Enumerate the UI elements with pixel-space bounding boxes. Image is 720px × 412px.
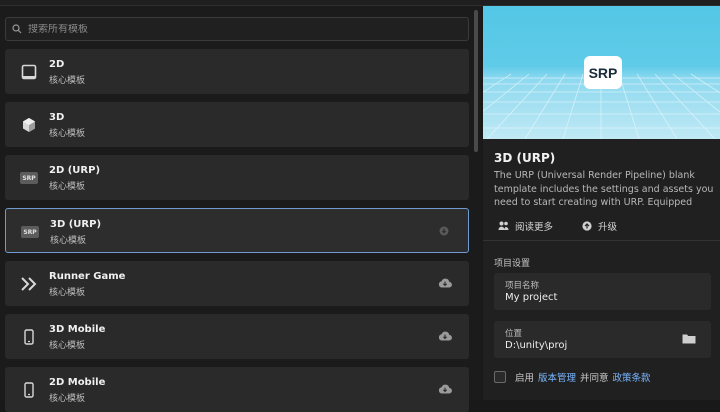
read-more-label: 阅读更多 — [515, 222, 554, 233]
detail-title: 3D (URP) — [494, 151, 556, 165]
divider — [483, 240, 720, 241]
template-card-runner-game[interactable]: Runner Game 核心模板 — [5, 261, 469, 306]
template-subtitle: 核心模板 — [49, 76, 86, 86]
template-card-3d-urp[interactable]: SRP 3D (URP) 核心模板 — [5, 208, 469, 253]
agreement-row: 启用 版本管理 并同意 政策条款 — [494, 370, 651, 384]
agreement-checkbox[interactable] — [494, 371, 506, 383]
template-card-2d-urp[interactable]: SRP 2D (URP) 核心模板 — [5, 155, 469, 200]
srp-badge: SRP — [20, 172, 38, 184]
agreement-prefix: 启用 — [515, 373, 535, 384]
template-subtitle: 核心模板 — [49, 182, 86, 192]
srp-icon: SRP — [20, 222, 40, 242]
template-title: 2D (URP) — [49, 165, 101, 176]
srp-badge: SRP — [21, 226, 39, 238]
srp-logo: SRP — [584, 56, 622, 89]
project-name-field[interactable]: 项目名称 — [494, 273, 711, 310]
project-name-input[interactable] — [505, 292, 655, 303]
project-settings-heading: 项目设置 — [494, 259, 531, 269]
people-icon — [498, 221, 509, 230]
template-title: 2D — [49, 59, 65, 70]
phone-icon — [19, 380, 39, 400]
search-input[interactable] — [28, 23, 428, 35]
read-more-button[interactable]: 阅读更多 — [498, 219, 553, 233]
agreement-middle: 并同意 — [580, 373, 609, 384]
cloud-download-icon[interactable] — [437, 276, 453, 290]
srp-icon: SRP — [19, 168, 39, 188]
version-control-link[interactable]: 版本管理 — [538, 370, 576, 384]
template-subtitle: 核心模板 — [50, 236, 87, 246]
scrollbar-thumb[interactable] — [474, 10, 478, 152]
upgrade-button[interactable]: 升级 — [582, 219, 617, 233]
location-label: 位置 — [505, 329, 523, 339]
template-card-3d[interactable]: 3D 核心模板 — [5, 102, 469, 147]
template-panel: 2D 核心模板 3D 核心模板 SRP 2D (URP) 核心模板 SRP 3D… — [0, 6, 481, 412]
square-icon — [19, 62, 39, 82]
template-title: 3D — [49, 112, 65, 123]
cloud-download-icon[interactable] — [437, 329, 453, 343]
location-field[interactable]: 位置 — [494, 321, 711, 358]
template-subtitle: 核心模板 — [49, 341, 86, 351]
template-subtitle: 核心模板 — [49, 394, 86, 404]
policy-terms-link[interactable]: 政策条款 — [613, 370, 651, 384]
search-box[interactable] — [5, 17, 469, 41]
template-card-2d[interactable]: 2D 核心模板 — [5, 49, 469, 94]
upgrade-label: 升级 — [598, 222, 618, 233]
template-preview-image: SRP — [483, 6, 720, 139]
cloud-download-icon[interactable] — [437, 382, 453, 396]
download-icon[interactable] — [436, 224, 452, 238]
template-title: 3D Mobile — [49, 324, 106, 335]
chevrons-right-icon — [19, 274, 39, 294]
folder-icon[interactable] — [682, 333, 696, 344]
template-card-2d-mobile[interactable]: 2D Mobile 核心模板 — [5, 367, 469, 412]
template-title: Runner Game — [49, 271, 126, 282]
project-name-label: 项目名称 — [505, 281, 540, 291]
location-input[interactable] — [505, 340, 655, 351]
template-title: 2D Mobile — [49, 377, 106, 388]
template-card-3d-mobile[interactable]: 3D Mobile 核心模板 — [5, 314, 469, 359]
phone-icon — [19, 327, 39, 347]
template-subtitle: 核心模板 — [49, 129, 86, 139]
template-title: 3D (URP) — [50, 219, 102, 230]
search-icon — [12, 24, 22, 34]
template-detail-panel: SRP 3D (URP) The URP (Universal Render P… — [483, 6, 720, 400]
cube-icon — [19, 115, 39, 135]
detail-description: The URP (Universal Render Pipeline) blan… — [494, 170, 714, 208]
upgrade-arrow-icon — [582, 221, 592, 231]
template-subtitle: 核心模板 — [49, 288, 86, 298]
